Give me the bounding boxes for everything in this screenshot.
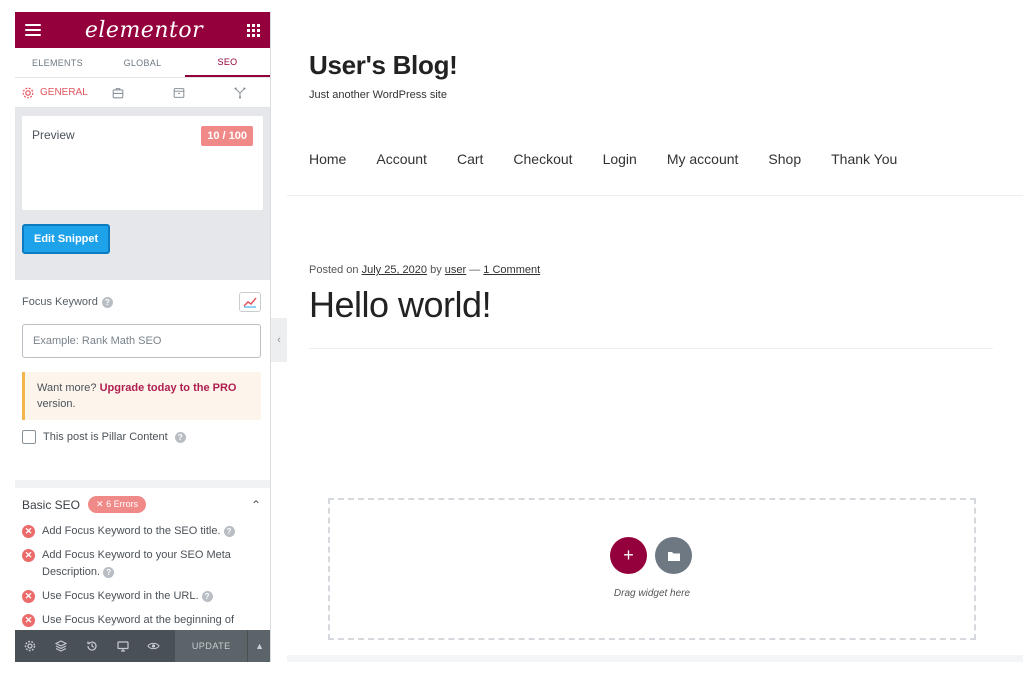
nav-item-checkout[interactable]: Checkout <box>513 151 572 167</box>
trend-chart-icon <box>243 297 257 308</box>
nav-item-account[interactable]: Account <box>376 151 427 167</box>
pillar-content-row: This post is Pillar Content ? <box>22 430 261 444</box>
focus-keyword-label: Focus Keyword ? <box>22 296 113 308</box>
tab-global[interactable]: GLOBAL <box>100 48 185 77</box>
comments-link[interactable]: 1 Comment <box>483 264 540 276</box>
seo-subtabs: GENERAL <box>15 78 270 108</box>
upgrade-link[interactable]: Upgrade today to the PRO <box>100 382 237 394</box>
pillar-content-checkbox[interactable] <box>22 430 36 444</box>
nav-item-thank-you[interactable]: Thank You <box>831 151 897 167</box>
post-author-link[interactable]: user <box>445 264 466 276</box>
subtab-advanced[interactable] <box>88 86 149 100</box>
edit-snippet-button[interactable]: Edit Snippet <box>22 224 111 254</box>
snippet-preview-section: Preview 10 / 100 Edit Snippet <box>15 108 270 280</box>
primary-navigation: Home Account Cart Checkout Login My acco… <box>309 151 927 167</box>
nav-item-my-account[interactable]: My account <box>667 151 739 167</box>
panel-header: elementor <box>15 12 270 48</box>
list-item: ✕ Use Focus Keyword in the URL. ? <box>22 588 261 605</box>
basic-seo-header[interactable]: Basic SEO ✕ 6 Errors <box>22 496 147 513</box>
nav-item-cart[interactable]: Cart <box>457 151 483 167</box>
seo-checklist: ✕ Add Focus Keyword to the SEO title. ? … <box>22 523 261 629</box>
toolbox-icon <box>112 87 124 98</box>
site-preview: User's Blog! Just another WordPress site… <box>287 0 1023 662</box>
help-icon[interactable]: ? <box>103 567 115 578</box>
update-options-chevron-icon[interactable]: ▲ <box>247 630 270 662</box>
help-icon[interactable]: ? <box>101 296 113 308</box>
settings-gear-icon[interactable] <box>15 630 46 662</box>
subtab-general-label: GENERAL <box>40 87 88 98</box>
drag-widget-hint: Drag widget here <box>613 588 691 599</box>
help-icon[interactable]: ? <box>223 526 235 537</box>
nav-item-home[interactable]: Home <box>309 151 346 167</box>
focus-keyword-input[interactable] <box>22 324 261 358</box>
post-title[interactable]: Hello world! <box>309 284 492 326</box>
elementor-logo: elementor <box>84 17 204 43</box>
seo-item-text: Add Focus Keyword to your SEO Meta Descr… <box>42 549 231 578</box>
template-library-folder-icon[interactable] <box>655 537 692 574</box>
header-divider <box>287 195 1023 196</box>
pillar-content-label: This post is Pillar Content <box>43 431 168 443</box>
panel-collapse-chevron-icon[interactable]: ‹ <box>271 318 287 362</box>
post-date-link[interactable]: July 25, 2020 <box>362 264 427 276</box>
upgrade-text-before: Want more? <box>37 382 100 394</box>
site-bottom-bar <box>287 655 1023 662</box>
history-icon[interactable] <box>77 630 108 662</box>
widget-drop-zone[interactable]: + Drag widget here <box>328 498 976 640</box>
error-x-icon: ✕ <box>22 549 35 562</box>
focus-keyword-section: Focus Keyword ? Want more? Upgrade today… <box>15 280 270 480</box>
post-title-divider <box>309 348 993 349</box>
error-x-icon: ✕ <box>22 590 35 603</box>
site-title[interactable]: User's Blog! <box>309 50 458 81</box>
subtab-general[interactable]: GENERAL <box>15 86 88 100</box>
basic-seo-title: Basic SEO <box>22 497 81 512</box>
elementor-panel: elementor ELEMENTS GLOBAL SEO GENERAL Pr… <box>15 12 271 662</box>
hamburger-menu-icon[interactable] <box>25 24 41 36</box>
post-meta: Posted on July 25, 2020 by user — 1 Comm… <box>309 264 540 276</box>
archive-icon <box>173 87 185 98</box>
update-button[interactable]: UPDATE <box>175 630 248 662</box>
meta-separator: — <box>466 264 484 276</box>
trends-chart-button[interactable] <box>239 292 261 312</box>
preview-eye-icon[interactable] <box>139 630 170 662</box>
focus-keyword-label-text: Focus Keyword <box>22 296 98 308</box>
drop-zone-buttons: + <box>610 537 692 574</box>
chevron-up-icon[interactable]: ⌃ <box>251 498 261 512</box>
panel-tabs: ELEMENTS GLOBAL SEO <box>15 48 270 78</box>
basic-seo-section: Basic SEO ✕ 6 Errors ⌃ ✕ Add Focus Keywo… <box>15 480 270 640</box>
responsive-desktop-icon[interactable] <box>108 630 139 662</box>
error-x-icon: ✕ <box>22 614 35 627</box>
list-item: ✕ Add Focus Keyword to your SEO Meta Des… <box>22 547 261 581</box>
list-item: ✕ Add Focus Keyword to the SEO title. ? <box>22 523 261 540</box>
help-icon[interactable]: ? <box>201 591 213 602</box>
by-text: by <box>427 264 445 276</box>
site-tagline: Just another WordPress site <box>309 89 447 101</box>
gear-icon <box>22 87 34 98</box>
snippet-preview-box: Preview 10 / 100 <box>22 116 263 210</box>
tab-seo[interactable]: SEO <box>185 48 270 77</box>
list-item: ✕ Use Focus Keyword at the beginning of <box>22 612 261 629</box>
posted-on-text: Posted on <box>309 264 362 276</box>
share-network-icon <box>234 86 246 99</box>
widgets-grid-icon[interactable] <box>246 23 260 37</box>
navigator-layers-icon[interactable] <box>46 630 77 662</box>
seo-item-text: Use Focus Keyword at the beginning of <box>42 614 235 626</box>
upgrade-text-after: version. <box>37 398 76 410</box>
nav-item-shop[interactable]: Shop <box>768 151 801 167</box>
upgrade-notice: Want more? Upgrade today to the PRO vers… <box>22 372 261 420</box>
add-section-plus-icon[interactable]: + <box>610 537 647 574</box>
subtab-schema[interactable] <box>149 86 210 100</box>
help-icon[interactable]: ? <box>174 431 186 443</box>
tab-elements[interactable]: ELEMENTS <box>15 48 100 77</box>
error-x-icon: ✕ <box>22 525 35 538</box>
panel-footer: UPDATE ▲ <box>15 630 270 662</box>
subtab-social[interactable] <box>209 86 270 100</box>
seo-item-text: Add Focus Keyword to the SEO title. <box>42 525 221 537</box>
errors-badge: ✕ 6 Errors <box>88 496 147 513</box>
seo-item-text: Use Focus Keyword in the URL. <box>42 590 199 602</box>
nav-item-login[interactable]: Login <box>603 151 637 167</box>
seo-score-badge: 10 / 100 <box>201 126 253 146</box>
